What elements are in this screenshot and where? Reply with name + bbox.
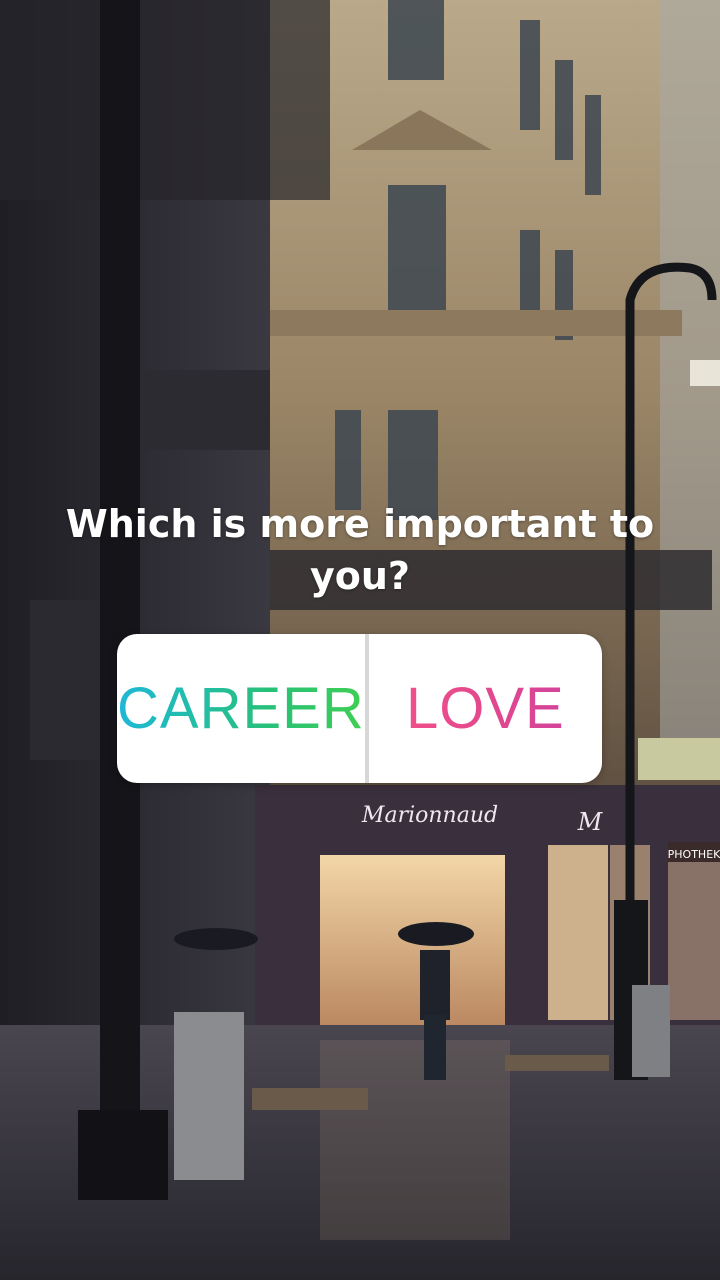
shop-sign: Marionnaud — [361, 803, 498, 828]
poll-option-career-label: CAREER — [117, 676, 365, 741]
poll-option-love-label: LOVE — [405, 676, 565, 741]
poll-question: Which is more important to you? — [65, 502, 655, 598]
side-sign: PHOTHEK — [668, 848, 720, 861]
poll-option-career[interactable]: CAREER — [117, 634, 365, 783]
poll-option-love[interactable]: LOVE — [369, 634, 602, 783]
poll-sticker: CAREER LOVE — [117, 634, 602, 783]
shop-logo: M — [577, 808, 604, 836]
